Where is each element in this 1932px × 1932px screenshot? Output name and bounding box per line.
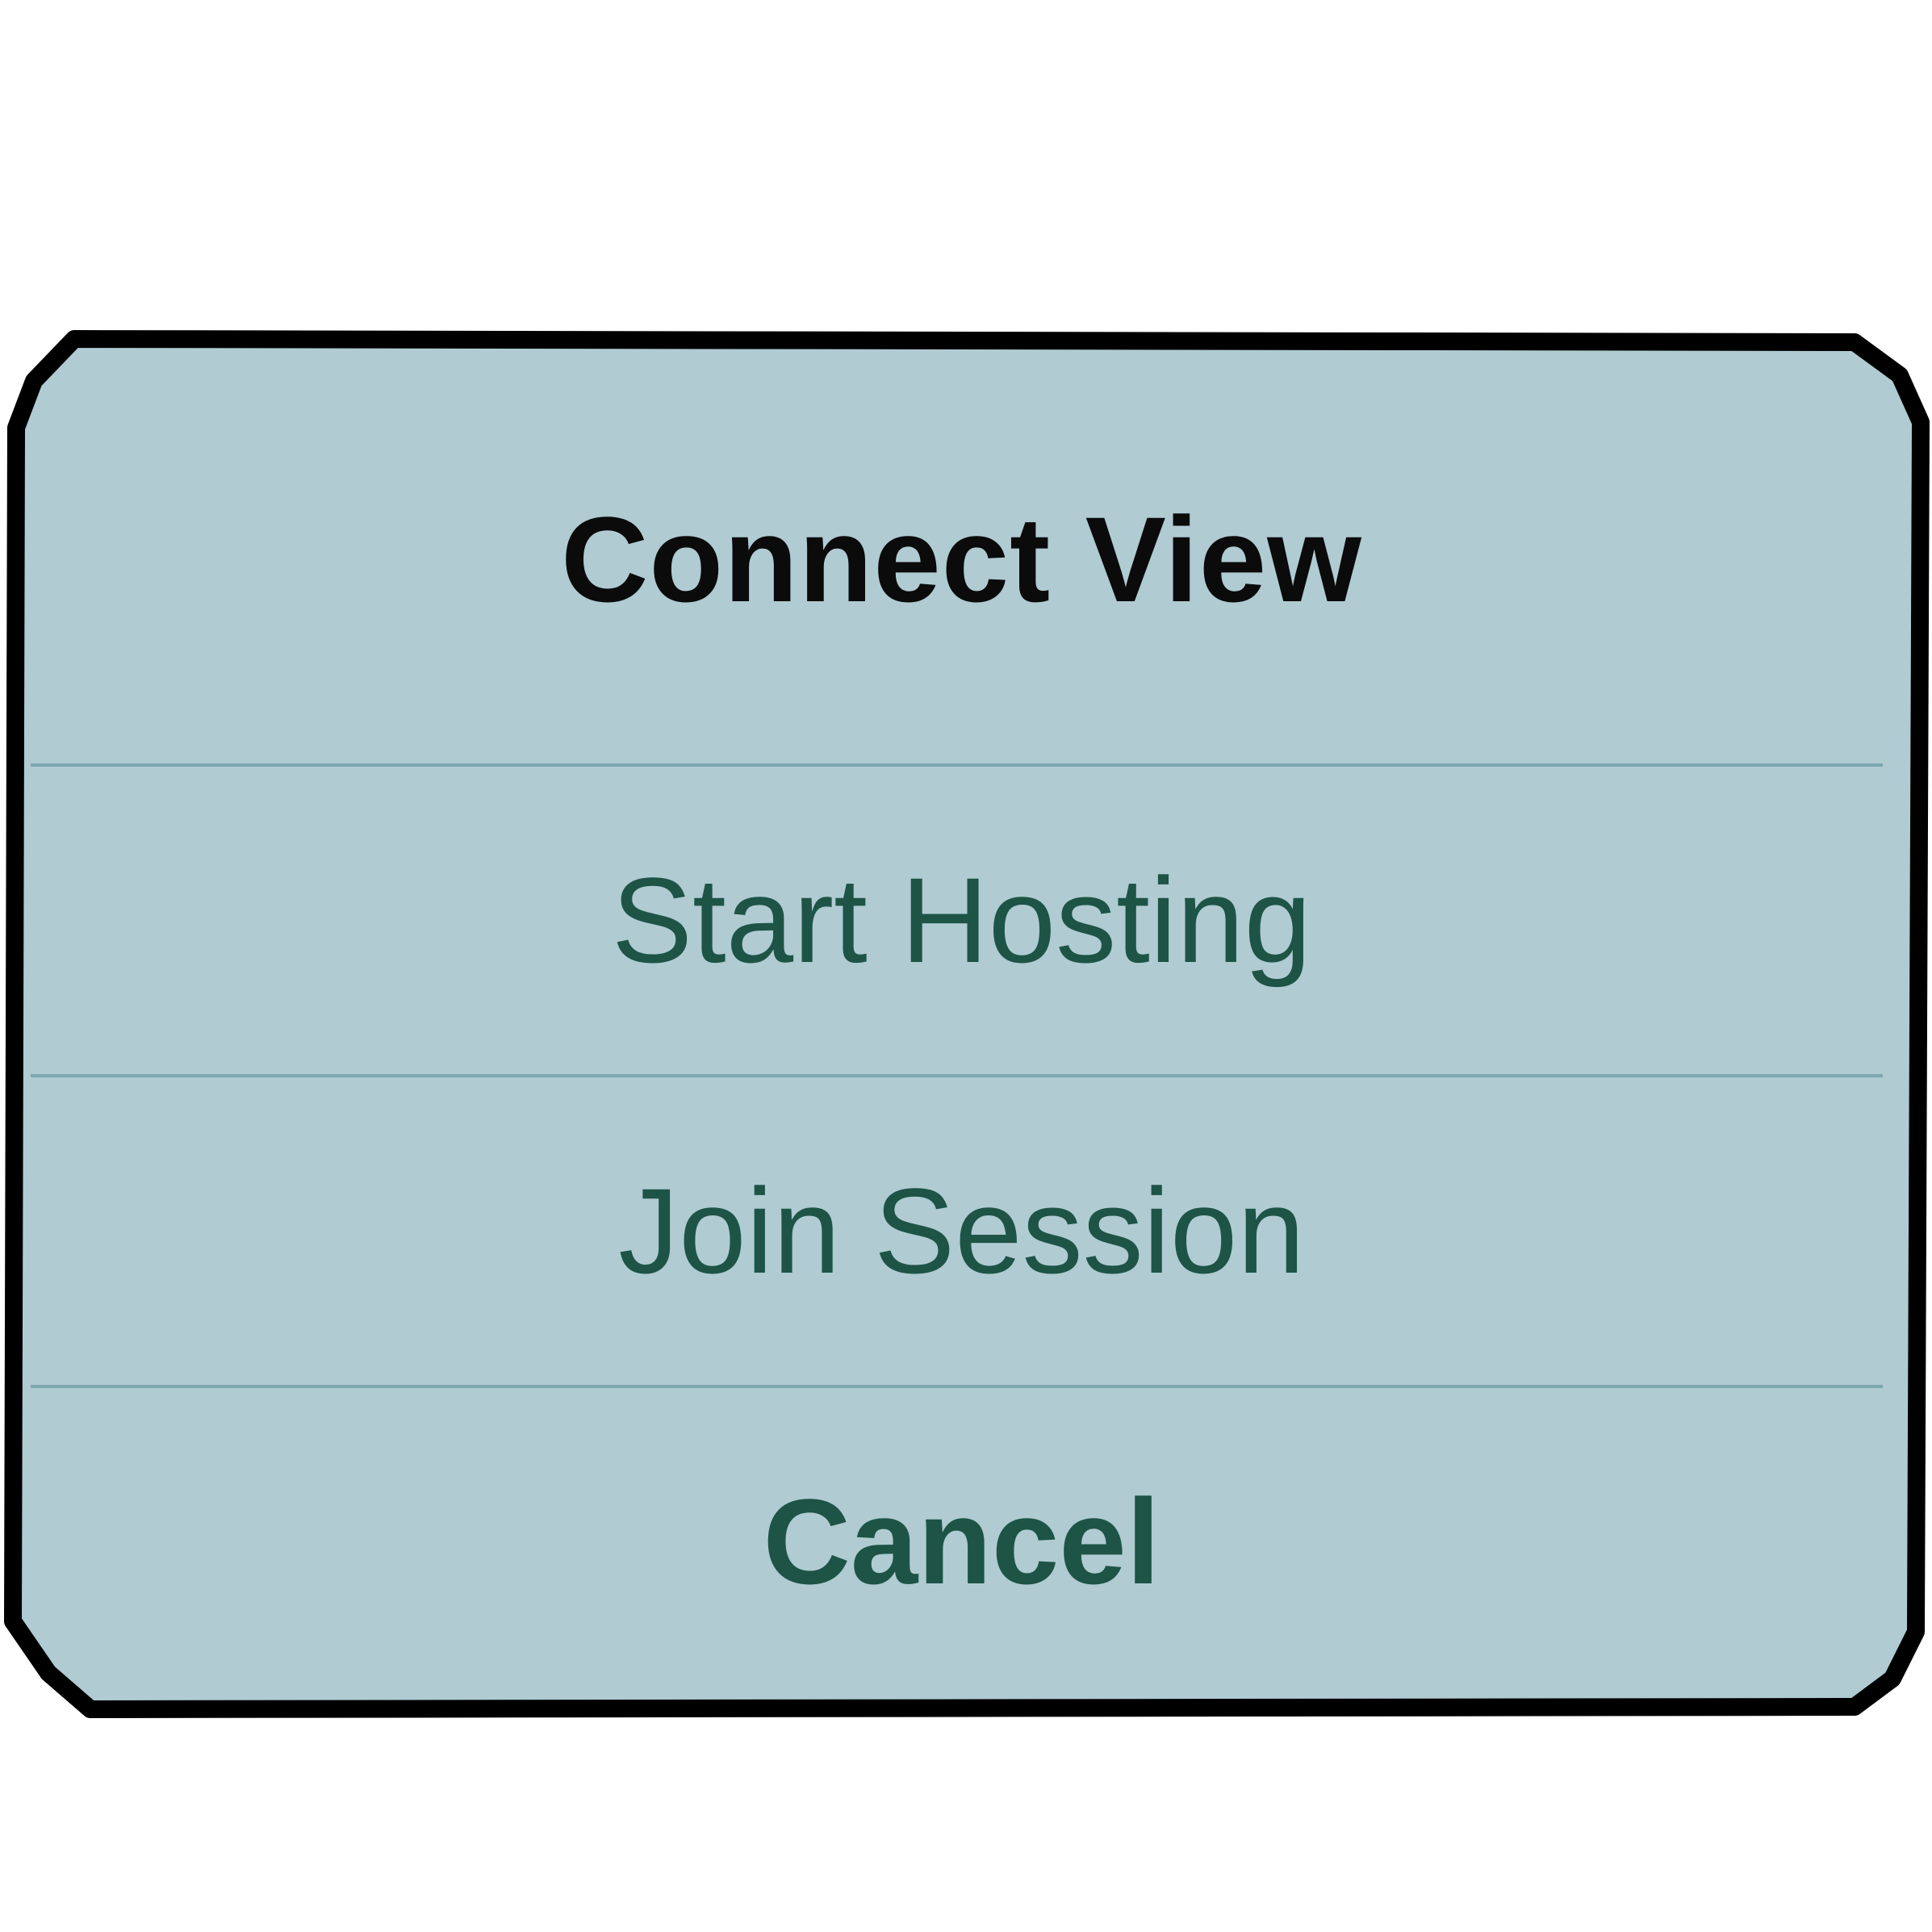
start-hosting-button[interactable]: Start Hosting	[16, 765, 1907, 1076]
action-sheet-header: Connect View	[16, 345, 1907, 765]
start-hosting-label: Start Hosting	[611, 852, 1312, 988]
cancel-label: Cancel	[763, 1474, 1160, 1609]
join-session-button[interactable]: Join Session	[16, 1076, 1907, 1386]
cancel-button[interactable]: Cancel	[16, 1386, 1907, 1697]
join-session-label: Join Session	[618, 1163, 1305, 1298]
connect-view-action-sheet: Connect View Start Hosting Join Session …	[16, 345, 1907, 1697]
action-sheet-title: Connect View	[561, 491, 1362, 627]
